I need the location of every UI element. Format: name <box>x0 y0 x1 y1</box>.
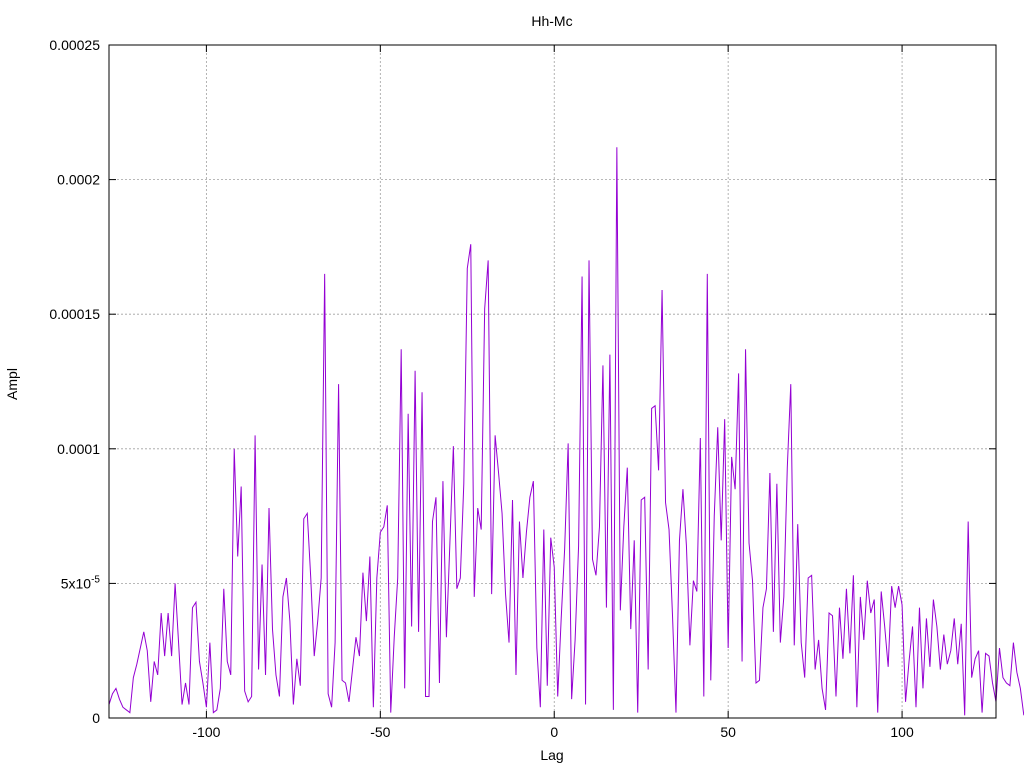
x-tick-label: 100 <box>890 724 914 740</box>
y-tick-label-base: 0.00025 <box>49 37 100 53</box>
y-tick-label-base: 0.0002 <box>57 172 100 188</box>
y-tick-label-base: 0.00015 <box>49 306 100 322</box>
y-tick-label: 0.00015 <box>49 306 100 322</box>
y-tick-label: 0 <box>92 710 100 726</box>
x-tick-label: -100 <box>192 724 220 740</box>
y-tick-label: 0.00025 <box>49 37 100 53</box>
x-tick-label: 50 <box>720 724 736 740</box>
chart: -100 -50 0 50 100 0 5x10-5 0.0001 0.00015 0.0002… <box>0 0 1024 768</box>
chart-background <box>0 0 1024 768</box>
x-axis-label: Lag <box>540 747 563 763</box>
x-tick-label: -50 <box>370 724 390 740</box>
y-axis-label: Ampl <box>4 368 20 400</box>
y-tick-label: 0.0001 <box>57 441 100 457</box>
chart-title: Hh-Mc <box>531 13 572 29</box>
y-tick-label-base: 0 <box>92 710 100 726</box>
y-tick-label-base: 0.0001 <box>57 441 100 457</box>
y-tick-label-base: 5x10 <box>61 575 92 591</box>
x-tick-label: 0 <box>550 724 558 740</box>
y-tick-label-exponent: -5 <box>91 574 100 585</box>
y-tick-label: 0.0002 <box>57 172 100 188</box>
